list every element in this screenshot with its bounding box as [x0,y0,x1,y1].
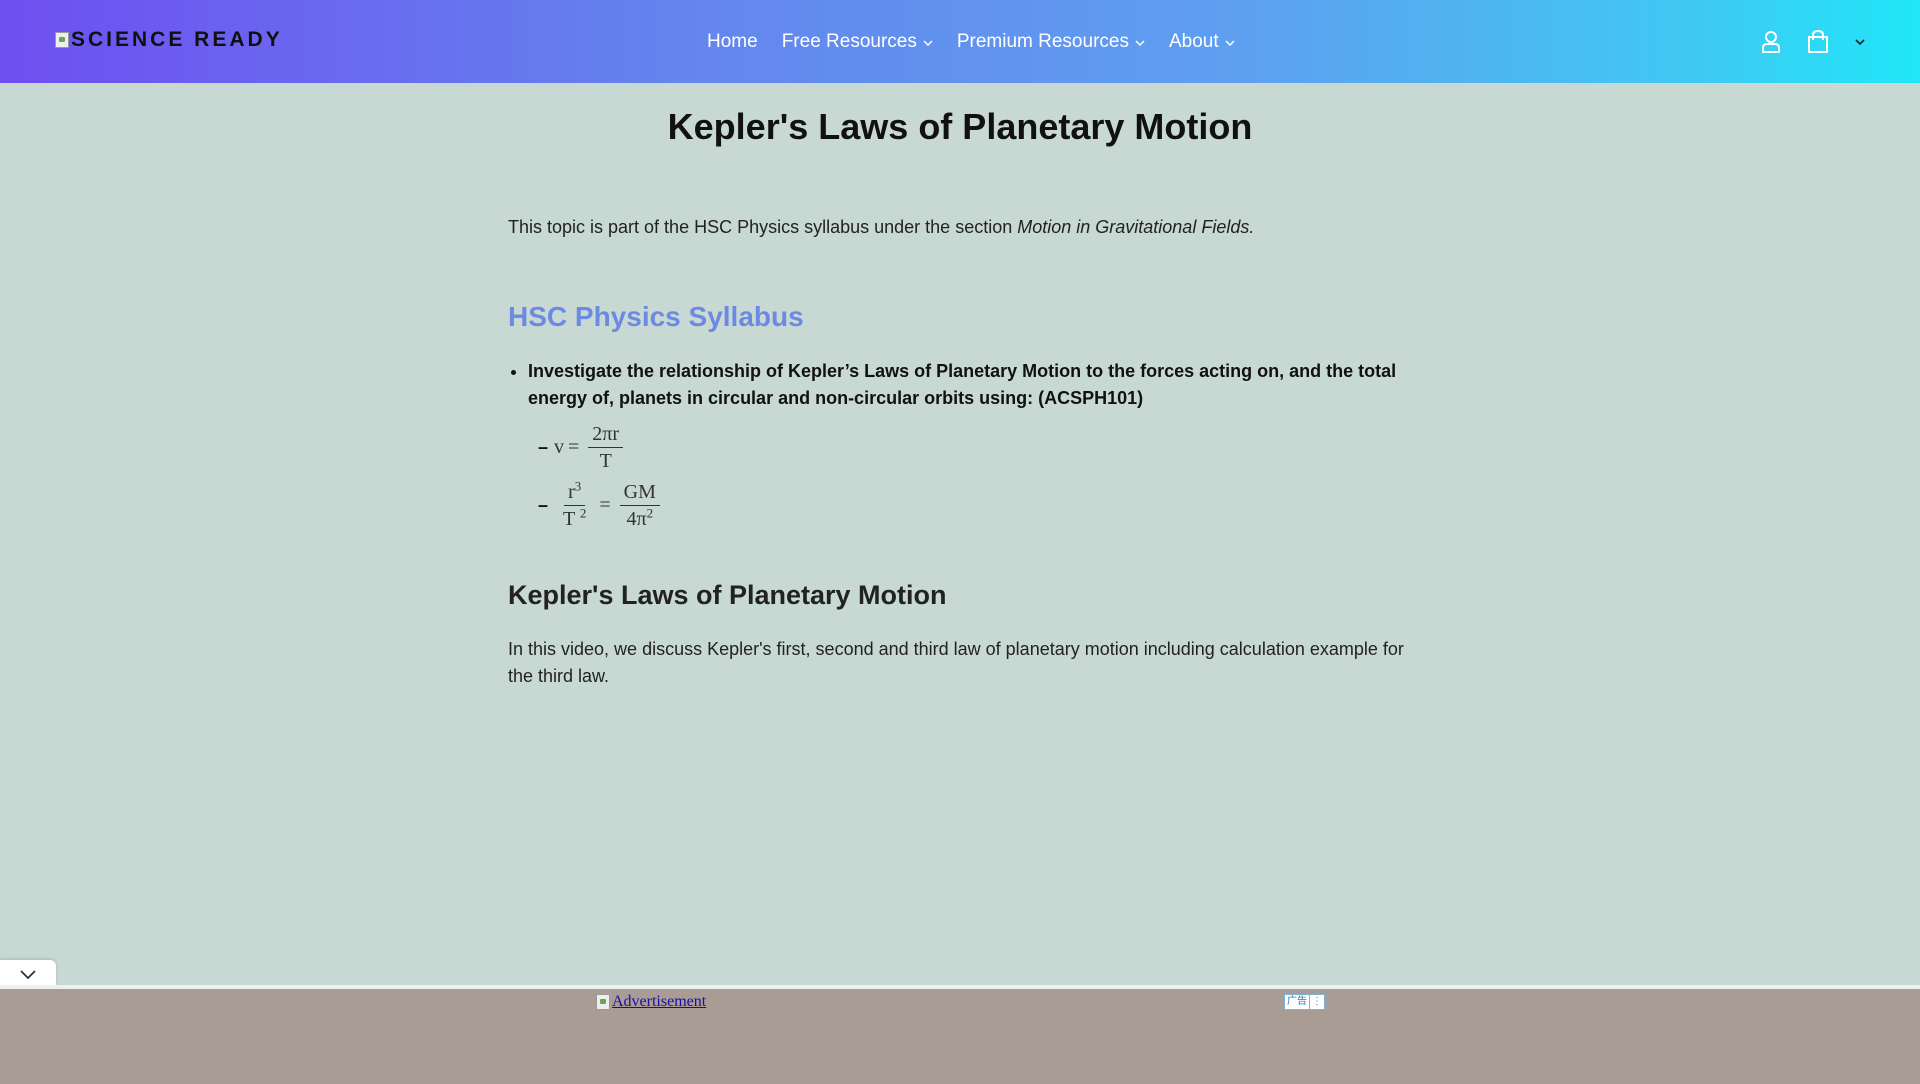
advertisement-link-text: Advertisement [612,993,707,1010]
intro-paragraph: This topic is part of the HSC Physics sy… [508,214,1408,241]
formula-lhs: v [554,435,565,458]
chevron-down-icon [923,39,933,46]
ad-choices-badge[interactable]: 广告 ⋮ [1284,994,1325,1010]
ad-image-icon [596,994,610,1010]
logo-image-icon [55,32,69,48]
chevron-down-icon [1855,38,1865,45]
ad-badge-label: 广告 [1287,996,1307,1007]
formula-list: – v = 2πr T – r3 T 2 = GM 4π2 [538,418,1408,534]
equals-sign: = [599,493,611,516]
cart-icon [1808,29,1828,53]
nav-about[interactable]: About [1157,31,1247,53]
nav-premium-resources[interactable]: Premium Resources [945,31,1157,53]
site-header: SCIENCE READY Home Free Resources Premiu… [0,0,1920,83]
cart-button[interactable] [1807,29,1829,54]
nav-home[interactable]: Home [695,31,770,53]
page-title: Kepler's Laws of Planetary Motion [667,106,1253,147]
main-content: This topic is part of the HSC Physics sy… [508,200,1408,690]
fraction: 2πr T [588,421,624,474]
denominator: T [599,449,612,472]
intro-section-name: Motion in Gravitational Fields. [1017,217,1255,237]
list-dash: – [538,494,549,515]
denominator: 4π2 [622,506,657,532]
advertisement-bar: Advertisement 广告 ⋮ [0,985,1920,1084]
account-button[interactable] [1761,30,1781,54]
numerator-exponent: 3 [574,477,582,493]
video-section-heading: Kepler's Laws of Planetary Motion [508,580,947,610]
nav-free-resources[interactable]: Free Resources [770,31,945,53]
header-actions [1761,0,1865,83]
denominator-base: 4π [626,507,647,530]
logo-text: SCIENCE READY [71,28,283,51]
intro-text: This topic is part of the HSC Physics sy… [508,217,1018,237]
nav-about-label: About [1168,30,1219,52]
syllabus-heading: HSC Physics Syllabus [508,301,804,332]
numerator: 2πr [588,421,624,448]
chevron-down-icon [1135,39,1145,46]
formula-kepler-third: – r3 T 2 = GM 4π2 [538,476,1408,534]
denominator-exponent: 2 [646,504,654,520]
chevron-down-icon [20,970,36,980]
equals-sign: = [568,435,580,458]
main-nav: Home Free Resources Premium Resources Ab… [695,0,1247,83]
numerator: r3 [564,477,586,506]
syllabus-outcomes-list: Investigate the relationship of Kepler’s… [508,358,1408,412]
numerator-base: r [568,480,575,503]
numerator: GM [619,479,660,506]
account-icon [1762,30,1780,53]
denominator: T 2 [559,506,590,532]
video-description: In this video, we discuss Kepler's first… [508,639,1404,686]
nav-free-resources-label: Free Resources [781,30,917,52]
nav-home-label: Home [707,30,758,52]
chevron-down-icon [1225,39,1235,46]
site-logo[interactable]: SCIENCE READY [55,28,283,52]
syllabus-outcome: Investigate the relationship of Kepler’s… [528,358,1408,412]
denominator-base: T [563,507,575,530]
fraction-rhs: GM 4π2 [619,479,660,532]
denominator-exponent: 2 [579,504,587,520]
advertisement-link[interactable]: Advertisement [596,993,706,1011]
formula-velocity: – v = 2πr T [538,418,1408,476]
nav-premium-resources-label: Premium Resources [956,30,1129,52]
more-options-icon: ⋮ [1309,995,1324,1009]
currency-dropdown-button[interactable] [1855,38,1865,45]
list-dash: – [538,436,549,457]
fraction-lhs: r3 T 2 [559,479,590,532]
